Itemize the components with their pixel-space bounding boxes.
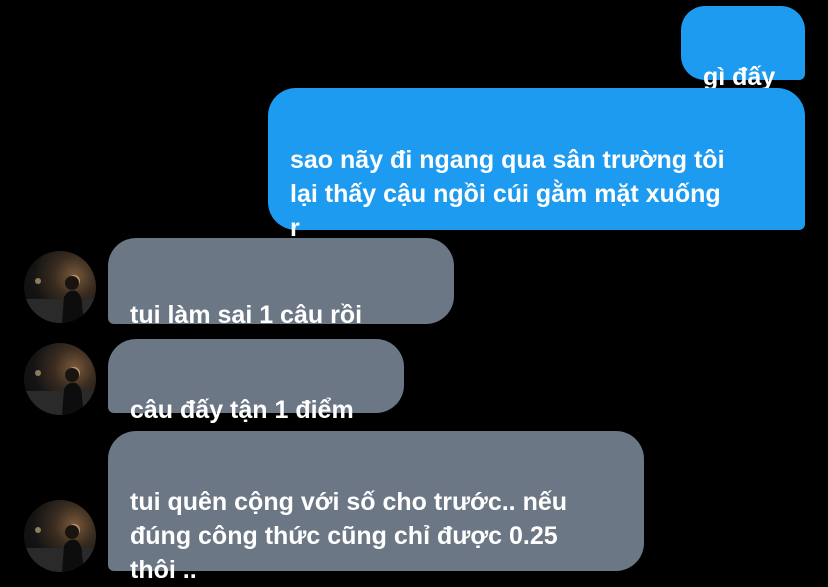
received-message-bubble[interactable]: câu đấy tận 1 điểm — [108, 339, 404, 424]
received-message-bubble[interactable]: tui làm sai 1 câu rồi — [108, 238, 454, 393]
avatar-photo — [24, 367, 96, 415]
message-text: tui quên cộng với số cho trước.. nếu đún… — [130, 488, 568, 584]
sent-message-bubble[interactable]: gì đấy — [681, 6, 805, 91]
message-text: câu đấy tận 1 điểm — [130, 396, 354, 424]
avatar[interactable] — [24, 500, 96, 572]
message-text: tui làm sai 1 câu rồi — [130, 301, 363, 329]
message-text: gì đấy — [703, 63, 776, 91]
avatar[interactable] — [24, 343, 96, 415]
avatar-photo — [24, 275, 96, 323]
sent-message-bubble[interactable]: sao nãy đi ngang qua sân trường tôi lại … — [268, 88, 805, 242]
avatar[interactable] — [24, 251, 96, 323]
avatar-photo — [24, 524, 96, 572]
received-message-bubble[interactable]: tui quên cộng với số cho trước.. nếu đún… — [108, 431, 644, 584]
message-text: sao nãy đi ngang qua sân trường tôi lại … — [290, 146, 725, 242]
